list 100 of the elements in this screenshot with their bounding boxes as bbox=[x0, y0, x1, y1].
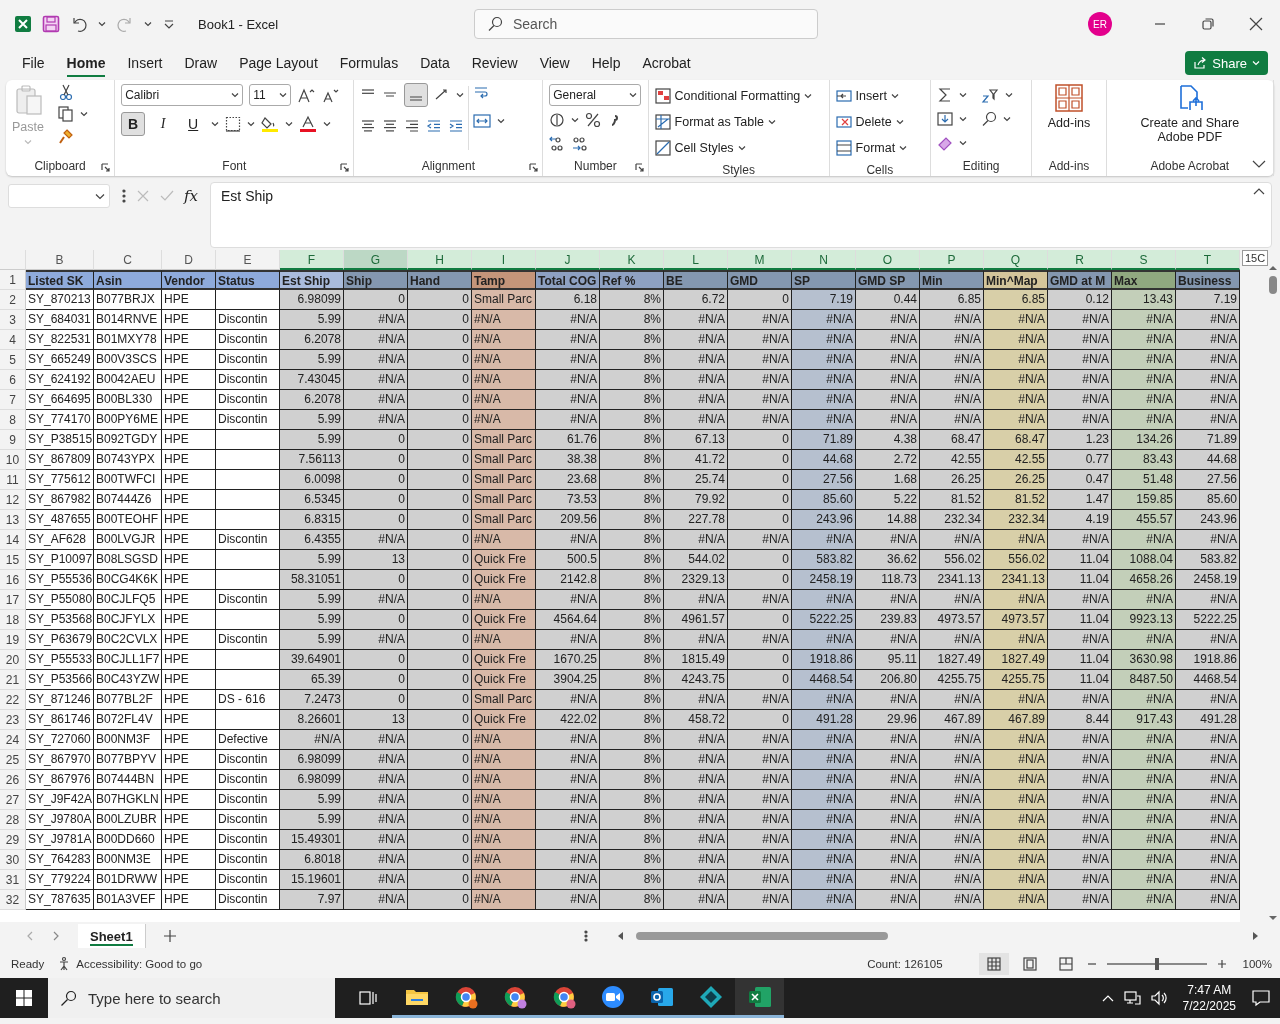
percent-icon[interactable] bbox=[585, 111, 602, 128]
close-icon[interactable] bbox=[1249, 17, 1263, 31]
increase-decimal-icon[interactable] bbox=[549, 135, 566, 152]
search-field[interactable]: Search bbox=[474, 9, 818, 39]
menu-tab[interactable]: Help bbox=[581, 52, 631, 74]
menu-tab[interactable]: File bbox=[12, 52, 55, 74]
clock-time[interactable]: 7:47 AM bbox=[1187, 982, 1232, 998]
show-hidden-icons-icon[interactable] bbox=[1101, 993, 1114, 1003]
row-header[interactable]: 27 bbox=[0, 790, 26, 810]
column-header[interactable]: J bbox=[536, 250, 600, 270]
page-break-icon[interactable] bbox=[1058, 957, 1073, 971]
excel-logo-icon[interactable] bbox=[14, 15, 32, 33]
row-header[interactable]: 10 bbox=[0, 450, 26, 470]
font-size-dropdown[interactable]: 11 bbox=[249, 83, 292, 106]
column-header[interactable]: T bbox=[1176, 250, 1240, 270]
scroll-left-icon[interactable] bbox=[616, 931, 624, 941]
row-header[interactable]: 28 bbox=[0, 810, 26, 830]
row-header[interactable]: 4 bbox=[0, 330, 26, 350]
row-header[interactable]: 16 bbox=[0, 570, 26, 590]
column-header[interactable]: S bbox=[1112, 250, 1176, 270]
vertical-scroll-thumb[interactable] bbox=[1269, 276, 1277, 294]
undo-icon[interactable] bbox=[70, 15, 88, 33]
more-icon[interactable] bbox=[584, 930, 588, 942]
accessibility-status[interactable]: Accessibility: Good to go bbox=[76, 958, 203, 970]
row-header[interactable]: 1 bbox=[0, 270, 26, 290]
caret-icon[interactable] bbox=[959, 138, 967, 147]
caret-icon[interactable] bbox=[79, 110, 88, 118]
menu-tab[interactable]: Page Layout bbox=[229, 52, 328, 74]
add-sheet-icon[interactable] bbox=[163, 930, 176, 942]
zoom-in-icon[interactable] bbox=[1216, 959, 1227, 969]
row-header[interactable]: 8 bbox=[0, 410, 26, 430]
column-header[interactable]: Q bbox=[984, 250, 1048, 270]
menu-tab[interactable]: Data bbox=[410, 52, 460, 74]
more-icon[interactable] bbox=[122, 189, 126, 203]
column-header[interactable]: K bbox=[600, 250, 664, 270]
caret-icon[interactable] bbox=[211, 119, 220, 128]
align-center-icon[interactable] bbox=[382, 117, 399, 134]
row-header[interactable]: 13 bbox=[0, 510, 26, 530]
sort-filter-icon[interactable] bbox=[981, 86, 999, 103]
caret-icon[interactable] bbox=[959, 114, 967, 123]
network-icon[interactable] bbox=[1123, 990, 1141, 1006]
check-icon[interactable] bbox=[160, 189, 174, 203]
caret-icon[interactable] bbox=[959, 90, 967, 99]
italic-button[interactable]: I bbox=[151, 111, 176, 136]
caret-icon[interactable] bbox=[497, 116, 506, 125]
user-avatar[interactable]: ER bbox=[1088, 12, 1112, 36]
caret-icon[interactable] bbox=[323, 119, 332, 128]
dialog-launcher-icon[interactable] bbox=[340, 163, 350, 172]
taskbar-search-field[interactable]: Type here to search bbox=[48, 978, 335, 1018]
volume-icon[interactable] bbox=[1150, 990, 1167, 1006]
row-header[interactable]: 32 bbox=[0, 890, 26, 910]
video-call-icon[interactable] bbox=[600, 984, 625, 1009]
page-layout-icon[interactable] bbox=[1022, 957, 1037, 971]
styles-item[interactable]: Conditional Formatting bbox=[654, 84, 823, 108]
row-header[interactable]: 9 bbox=[0, 430, 26, 450]
row-header[interactable]: 31 bbox=[0, 870, 26, 890]
share-button[interactable]: Share bbox=[1185, 51, 1268, 75]
column-header[interactable]: O bbox=[856, 250, 920, 270]
zoom-level[interactable]: 100% bbox=[1242, 958, 1272, 970]
restore-icon[interactable] bbox=[1202, 18, 1214, 30]
fill-icon[interactable] bbox=[937, 110, 953, 127]
row-header[interactable]: 5 bbox=[0, 350, 26, 370]
dialog-launcher-icon[interactable] bbox=[101, 163, 111, 172]
menu-tab[interactable]: Formulas bbox=[329, 52, 409, 74]
caret-icon[interactable] bbox=[144, 20, 152, 28]
column-header[interactable]: R bbox=[1048, 250, 1112, 270]
row-header[interactable]: 23 bbox=[0, 710, 26, 730]
row-header[interactable]: 22 bbox=[0, 690, 26, 710]
bold-button[interactable]: B bbox=[121, 111, 146, 136]
scroll-up-icon[interactable] bbox=[1268, 264, 1278, 272]
increase-font-icon[interactable] bbox=[297, 86, 316, 103]
caret-icon[interactable] bbox=[571, 115, 580, 124]
column-header[interactable]: C bbox=[94, 250, 162, 270]
row-header[interactable]: 26 bbox=[0, 770, 26, 790]
menu-tab[interactable]: Review bbox=[461, 52, 528, 74]
menu-tab[interactable]: Home bbox=[56, 52, 116, 74]
decrease-decimal-icon[interactable] bbox=[571, 135, 588, 152]
clock-date[interactable]: 7/22/2025 bbox=[1182, 998, 1236, 1014]
create-pdf-button[interactable]: Create and Share Adobe PDF bbox=[1129, 84, 1250, 156]
row-header[interactable]: 11 bbox=[0, 470, 26, 490]
row-header[interactable]: 19 bbox=[0, 630, 26, 650]
customize-icon[interactable] bbox=[162, 18, 176, 30]
row-header[interactable]: 12 bbox=[0, 490, 26, 510]
decrease-indent-icon[interactable] bbox=[426, 117, 443, 134]
caret-icon[interactable] bbox=[1005, 90, 1013, 99]
column-header[interactable]: L bbox=[664, 250, 728, 270]
row-header[interactable]: 17 bbox=[0, 590, 26, 610]
row-header[interactable]: 6 bbox=[0, 370, 26, 390]
save-icon[interactable] bbox=[42, 15, 60, 33]
row-header[interactable]: 18 bbox=[0, 610, 26, 630]
column-header[interactable]: N bbox=[792, 250, 856, 270]
cells-item[interactable]: Format bbox=[835, 136, 924, 160]
caret-icon[interactable] bbox=[456, 90, 465, 99]
task-view-icon[interactable] bbox=[358, 990, 377, 1006]
caret-icon[interactable] bbox=[247, 119, 256, 128]
borders-icon[interactable] bbox=[225, 115, 242, 132]
column-header[interactable]: E bbox=[216, 250, 280, 270]
column-header[interactable]: G bbox=[344, 250, 408, 270]
formula-field[interactable]: Est Ship bbox=[210, 182, 1272, 248]
row-header[interactable]: 14 bbox=[0, 530, 26, 550]
